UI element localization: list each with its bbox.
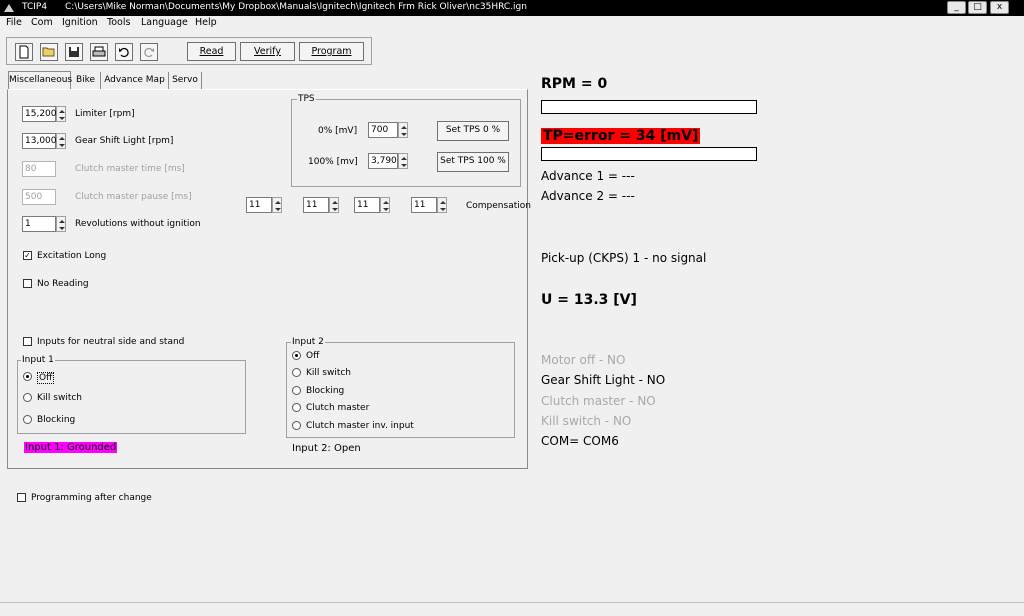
clutch-master-pause-label: Clutch master pause [ms] — [75, 192, 192, 202]
limiter-label: Limiter [rpm] — [75, 109, 135, 119]
clutch-master-pause-input: 500 — [22, 189, 56, 205]
tab-servo[interactable]: Servo — [169, 72, 202, 89]
open-folder-icon[interactable] — [40, 43, 58, 61]
tps-100-label: 100% [mv] — [308, 157, 358, 167]
tps-0-label: 0% [mV] — [318, 126, 358, 136]
programming-after-change-label: Programming after change — [31, 493, 152, 503]
tps-100-stepper[interactable]: 3,790 — [368, 153, 412, 169]
undo-icon[interactable] — [115, 43, 133, 61]
clutch-master-time-input: 80 — [22, 161, 56, 177]
tab-advance-map[interactable]: Advance Map — [101, 72, 169, 89]
input2-blocking-radio[interactable] — [292, 386, 301, 395]
inputs-neutral-label: Inputs for neutral side and stand — [37, 337, 185, 347]
input1-off-label: Off — [37, 372, 55, 384]
rpm-readout: RPM = 0 — [541, 76, 608, 92]
input2-off-radio[interactable] — [292, 351, 301, 360]
input1-kill-switch-label: Kill switch — [37, 393, 82, 403]
tps-group — [291, 99, 521, 187]
no-reading-checkbox[interactable] — [23, 279, 32, 288]
menu-file[interactable]: File — [6, 17, 22, 28]
maximize-button[interactable]: □ — [968, 1, 987, 14]
limiter-stepper[interactable]: 15,200 — [22, 106, 70, 122]
input2-clutch-master-label: Clutch master — [306, 403, 370, 413]
redo-icon[interactable] — [140, 43, 158, 61]
menu-com[interactable]: Com — [31, 17, 53, 28]
menu-help[interactable]: Help — [195, 17, 217, 28]
no-reading-label: No Reading — [37, 279, 89, 289]
clutch-master-status: Clutch master - NO — [541, 394, 656, 408]
inputs-neutral-checkbox[interactable] — [23, 337, 32, 346]
menu-ignition[interactable]: Ignition — [62, 17, 98, 28]
tps-group-title: TPS — [297, 94, 316, 104]
title-bar: TCIP4 C:\Users\Mike Norman\Documents\My … — [0, 0, 1024, 16]
set-tps-100-button[interactable]: Set TPS 100 % — [437, 152, 509, 172]
revolutions-label: Revolutions without ignition — [75, 219, 201, 229]
pickup-status: Pick-up (CKPS) 1 - no signal — [541, 251, 707, 265]
save-icon[interactable] — [65, 43, 83, 61]
close-button[interactable]: x — [990, 1, 1009, 14]
tab-bike[interactable]: Bike — [71, 72, 101, 89]
input2-clutch-master-inv-radio[interactable] — [292, 421, 301, 430]
compensation-stepper[interactable]: 11 — [354, 197, 392, 213]
menu-tools[interactable]: Tools — [107, 17, 130, 28]
compensation-stepper[interactable]: 11 — [303, 197, 341, 213]
gear-shift-light-status: Gear Shift Light - NO — [541, 373, 666, 387]
input2-clutch-master-inv-label: Clutch master inv. input — [306, 421, 414, 431]
input1-blocking-label: Blocking — [37, 415, 76, 425]
voltage-readout: U = 13.3 [V] — [541, 292, 637, 308]
input2-kill-switch-radio[interactable] — [292, 368, 301, 377]
excitation-long-checkbox[interactable]: ✓ — [23, 251, 32, 260]
input2-off-label: Off — [306, 351, 320, 361]
new-file-icon[interactable] — [15, 43, 33, 61]
app-title: TCIP4 — [22, 2, 48, 12]
file-path: C:\Users\Mike Norman\Documents\My Dropbo… — [65, 2, 527, 12]
advance1-readout: Advance 1 = --- — [541, 169, 635, 183]
compensation-label: Compensation — [466, 201, 531, 211]
input1-blocking-radio[interactable] — [23, 415, 32, 424]
input1-group-title: Input 1 — [21, 355, 55, 365]
tab-miscellaneous[interactable]: Miscellaneous — [8, 71, 72, 90]
input2-status: Input 2: Open — [292, 443, 361, 454]
revolutions-stepper[interactable]: 1 — [22, 216, 70, 232]
input1-kill-switch-radio[interactable] — [23, 393, 32, 402]
tp-bar — [541, 147, 757, 161]
input2-clutch-master-radio[interactable] — [292, 403, 301, 412]
input1-status: Input 1: Grounded — [24, 442, 118, 453]
tp-readout: TP=error = 34 [mV] — [541, 128, 701, 144]
verify-button[interactable]: Verify — [240, 42, 295, 61]
read-button[interactable]: Read — [187, 42, 236, 61]
programming-after-change-checkbox[interactable] — [17, 493, 26, 502]
input2-group-title: Input 2 — [291, 337, 325, 347]
toolbar: Read Verify Program — [6, 37, 372, 65]
input2-blocking-label: Blocking — [306, 386, 345, 396]
minimize-button[interactable]: _ — [947, 1, 966, 14]
excitation-long-label: Excitation Long — [37, 251, 107, 261]
tps-0-stepper[interactable]: 700 — [368, 122, 412, 138]
input2-kill-switch-label: Kill switch — [306, 368, 351, 378]
menu-bar: File Com Ignition Tools Language Help — [0, 16, 1024, 31]
clutch-master-time-label: Clutch master time [ms] — [75, 164, 185, 174]
compensation-stepper[interactable]: 11 — [411, 197, 449, 213]
status-bar — [0, 602, 1024, 616]
set-tps-0-button[interactable]: Set TPS 0 % — [437, 121, 509, 141]
print-icon[interactable] — [90, 43, 108, 61]
motor-off-status: Motor off - NO — [541, 353, 626, 367]
app-icon — [4, 4, 14, 12]
com-port-status: COM= COM6 — [541, 434, 619, 448]
advance2-readout: Advance 2 = --- — [541, 189, 635, 203]
program-button[interactable]: Program — [299, 42, 364, 61]
menu-language[interactable]: Language — [141, 17, 188, 28]
compensation-stepper[interactable]: 11 — [246, 197, 284, 213]
gear-shift-light-label: Gear Shift Light [rpm] — [75, 136, 174, 146]
gear-shift-light-stepper[interactable]: 13,000 — [22, 133, 70, 149]
rpm-bar — [541, 100, 757, 114]
kill-switch-status: Kill switch - NO — [541, 414, 632, 428]
input1-off-radio[interactable] — [23, 372, 32, 381]
